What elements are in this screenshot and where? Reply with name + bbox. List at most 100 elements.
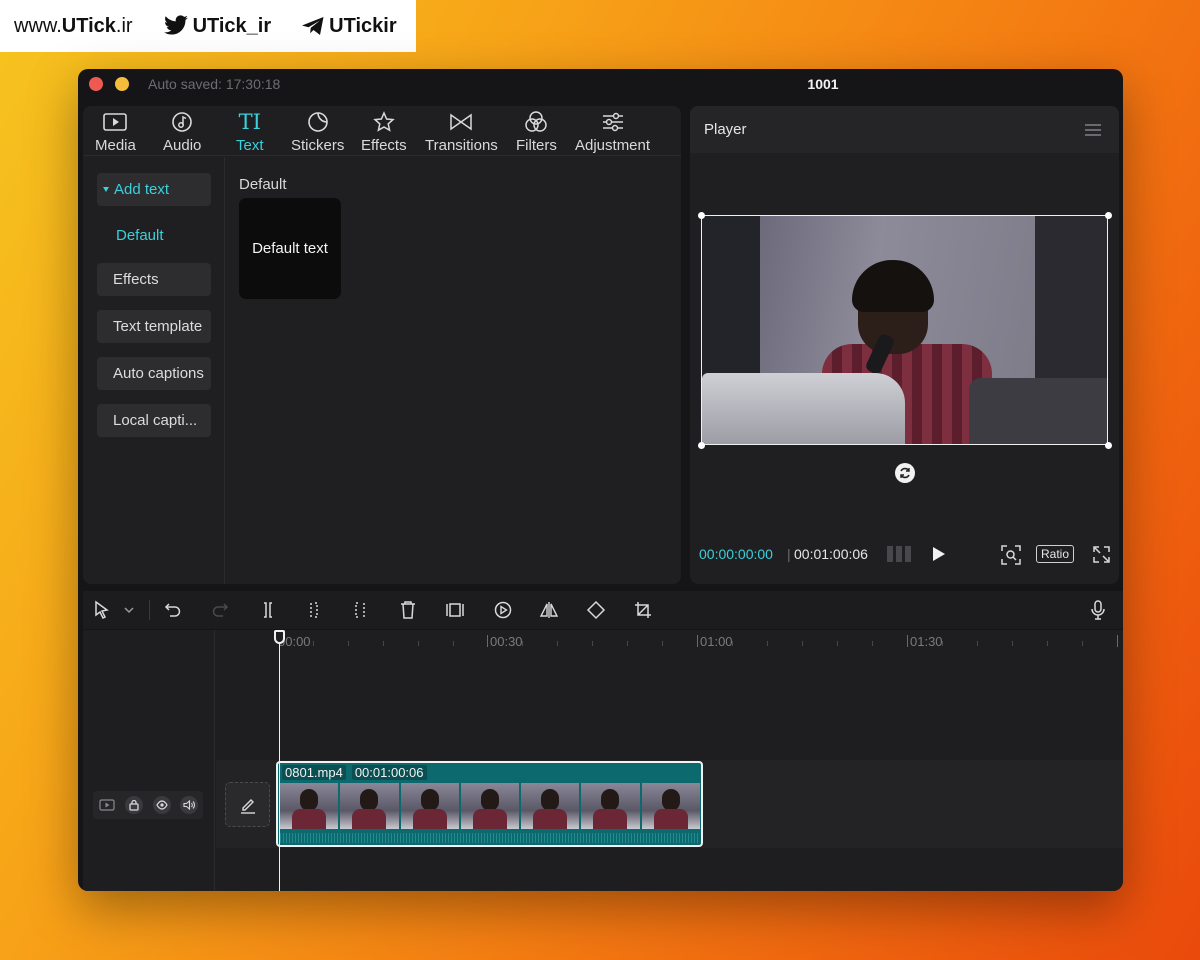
ruler-tick (592, 641, 593, 646)
ruler-tick (383, 641, 384, 646)
chevron-down-icon (124, 607, 134, 614)
tab-stickers[interactable]: Stickers (291, 110, 344, 154)
cover-button[interactable] (225, 782, 270, 827)
sidebar-item-default[interactable]: Default (116, 227, 164, 244)
tab-adjustment[interactable]: Adjustment (575, 110, 650, 154)
menu-icon[interactable] (1085, 124, 1101, 136)
fullscreen-icon[interactable] (1093, 546, 1110, 563)
trim-right-button[interactable] (351, 600, 371, 620)
tab-text[interactable]: TI Text (236, 110, 264, 154)
undo-button[interactable] (163, 600, 183, 620)
ruler-tick (767, 641, 768, 646)
player-panel: Player 00:00:00:00 | 00:01:00:06 Ratio (690, 106, 1119, 584)
player-header: Player (690, 106, 1119, 153)
rotate-icon (900, 467, 910, 479)
track-visibility-button[interactable] (152, 796, 171, 814)
eye-icon (156, 800, 168, 810)
section-heading: Default (239, 176, 287, 193)
resize-handle-bottom-right[interactable] (1105, 442, 1112, 449)
transitions-icon (450, 113, 473, 131)
clip-thumbnail (460, 783, 520, 829)
rotate-clip-button[interactable] (586, 600, 606, 620)
ruler-tick (802, 641, 803, 646)
record-voiceover-button[interactable] (1088, 600, 1108, 620)
microphone-icon (1091, 600, 1105, 620)
track-lock-button[interactable] (125, 796, 144, 814)
cursor-icon (95, 600, 109, 620)
effects-icon (373, 111, 395, 132)
split-button[interactable] (258, 600, 278, 620)
site-prefix: www. (14, 14, 62, 37)
select-tool-button[interactable] (92, 600, 112, 620)
ruler-tick (348, 641, 349, 646)
player-title: Player (704, 121, 747, 138)
clip-thumbnail (280, 783, 339, 829)
tab-stickers-label: Stickers (291, 137, 345, 154)
timeline[interactable]: 00:00 00:30 01:00 01:30 0801.mp4 00:01:0… (83, 630, 1123, 891)
resize-handle-bottom-left[interactable] (698, 442, 705, 449)
mirror-button[interactable] (539, 600, 559, 620)
sidebar-item-effects[interactable]: Effects (97, 263, 211, 296)
play-circle-icon (494, 601, 512, 619)
trim-left-button[interactable] (304, 600, 324, 620)
sidebar-item-text-template[interactable]: Text template (97, 310, 211, 343)
audio-waveform (280, 833, 700, 843)
tab-media[interactable]: Media (95, 110, 136, 154)
ruler-tick (522, 641, 523, 646)
frames-icon[interactable] (887, 546, 913, 562)
timeline-ruler[interactable]: 00:00 00:30 01:00 01:30 (215, 630, 1123, 652)
time-separator: | (787, 546, 791, 562)
playhead[interactable] (279, 636, 280, 891)
total-time: 00:01:00:06 (794, 546, 868, 562)
default-text-card[interactable]: Default text (239, 198, 341, 299)
ruler-tick (313, 641, 314, 646)
lock-icon (129, 799, 139, 811)
select-tool-dropdown[interactable] (119, 600, 139, 620)
edit-pencil-icon (240, 798, 255, 814)
audio-icon (172, 112, 192, 132)
track-video-toggle[interactable] (98, 796, 116, 814)
track-header-column (83, 630, 215, 891)
text-icon: TI (238, 110, 261, 134)
sidebar-item-label: Add text (114, 181, 170, 198)
tab-filters[interactable]: Filters (516, 110, 557, 154)
track-audio-button[interactable] (180, 796, 199, 814)
redo-icon (212, 603, 229, 617)
sidebar-item-auto-captions[interactable]: Auto captions (97, 357, 211, 390)
resize-handle-top-right[interactable] (1105, 212, 1112, 219)
crop-button[interactable] (633, 600, 653, 620)
stickers-icon (307, 112, 328, 132)
ruler-tick (627, 641, 628, 646)
ratio-button[interactable]: Ratio (1036, 545, 1074, 563)
title-bar: Auto saved: 17:30:18 1001 (78, 69, 1123, 99)
ruler-tick (557, 641, 558, 646)
track-controls (93, 791, 203, 819)
ruler-tick (977, 641, 978, 646)
redo-button[interactable] (210, 600, 230, 620)
speed-button[interactable] (493, 600, 513, 620)
clip-thumbnails (280, 783, 700, 829)
tab-transitions[interactable]: Transitions (425, 110, 498, 154)
preview-laptop (702, 373, 905, 444)
tab-audio[interactable]: Audio (163, 110, 201, 154)
video-preview[interactable] (701, 215, 1108, 445)
play-button[interactable] (933, 547, 945, 561)
ruler-tick (872, 641, 873, 646)
rotate-button[interactable] (895, 463, 915, 483)
ruler-label: 01:00 (700, 634, 733, 649)
ruler-tick (662, 641, 663, 646)
ruler-tick (1082, 641, 1083, 646)
watermark-telegram: UTickir (301, 15, 397, 38)
resize-handle-top-left[interactable] (698, 212, 705, 219)
video-track-icon (99, 799, 115, 811)
playhead-handle[interactable] (274, 630, 285, 644)
delete-button[interactable] (398, 600, 418, 620)
zoom-fit-icon[interactable] (1001, 545, 1021, 565)
clip-thumbnail (641, 783, 700, 829)
crop-icon (635, 602, 651, 618)
tab-effects[interactable]: Effects (361, 110, 407, 154)
freeze-frame-button[interactable] (445, 600, 465, 620)
sidebar-item-add-text[interactable]: Add text (97, 173, 211, 206)
video-clip[interactable]: 0801.mp4 00:01:00:06 (276, 761, 703, 847)
sidebar-item-local-captions[interactable]: Local capti... (97, 404, 211, 437)
